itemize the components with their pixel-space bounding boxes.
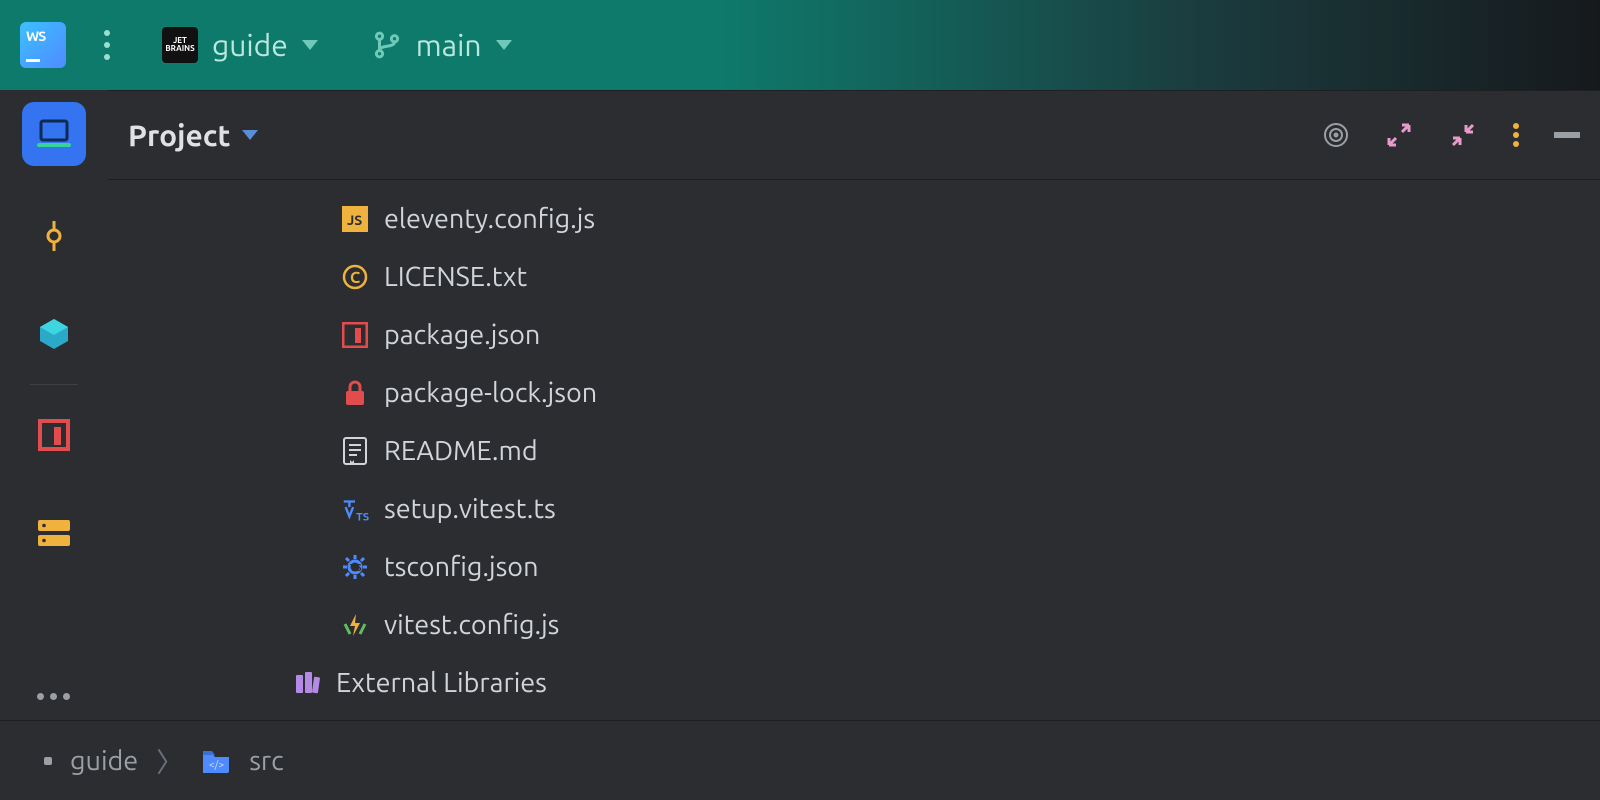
project-selector[interactable]: JETBRAINS guide <box>148 21 332 69</box>
titlebar: WS JETBRAINS guide main <box>0 0 1600 90</box>
breadcrumb-item[interactable]: src <box>249 746 283 776</box>
select-opened-file-button[interactable] <box>1322 121 1350 149</box>
vitest-file-icon <box>340 610 370 640</box>
file-name: tsconfig.json <box>384 552 539 582</box>
folder-src-icon: </> <box>201 749 231 773</box>
panel-title-label: Project <box>128 118 230 152</box>
server-icon <box>36 518 72 548</box>
chevron-down-icon <box>496 40 512 50</box>
panel-options-button[interactable] <box>1512 122 1520 148</box>
more-tools-button[interactable] <box>37 693 70 700</box>
project-view-selector[interactable]: Project <box>128 118 258 152</box>
js-file-icon: JS <box>340 204 370 234</box>
rail-divider <box>30 384 78 385</box>
svg-text:TS: TS <box>350 562 362 573</box>
hide-panel-button[interactable] <box>1554 132 1580 138</box>
cube-icon <box>36 316 72 352</box>
file-name: setup.vitest.ts <box>384 494 556 524</box>
left-tool-rail <box>0 90 108 720</box>
project-name: guide <box>212 28 288 62</box>
chevron-down-icon <box>302 40 318 50</box>
file-name: LICENSE.txt <box>384 262 527 292</box>
file-tree-item[interactable]: README.md <box>108 422 1600 480</box>
file-name: vitest.config.js <box>384 610 559 640</box>
laptop-icon <box>35 118 73 150</box>
file-tree-item[interactable]: TS setup.vitest.ts <box>108 480 1600 538</box>
breadcrumb-item[interactable]: guide <box>70 746 138 776</box>
npm-tool-button[interactable] <box>22 403 86 467</box>
file-tree-item[interactable]: package.json <box>108 306 1600 364</box>
file-tree-item[interactable]: C LICENSE.txt <box>108 248 1600 306</box>
commit-tool-button[interactable] <box>22 204 86 268</box>
svg-text:TS: TS <box>356 511 369 523</box>
minimize-icon <box>1554 132 1580 138</box>
main-menu-button[interactable] <box>104 30 110 60</box>
library-icon <box>292 668 322 698</box>
file-tree-item[interactable]: package-lock.json <box>108 364 1600 422</box>
file-name: README.md <box>384 436 538 466</box>
tsconfig-file-icon: TS <box>340 552 370 582</box>
database-tool-button[interactable] <box>22 501 86 565</box>
vertical-dots-icon <box>1512 122 1520 148</box>
file-tree: JS eleventy.config.js C LICENSE.txt pack… <box>108 180 1600 720</box>
jetbrains-icon: JETBRAINS <box>162 27 198 63</box>
expand-all-button[interactable] <box>1384 120 1414 150</box>
chevron-down-icon <box>242 130 258 140</box>
collapse-icon <box>1448 120 1478 150</box>
svg-text:JS: JS <box>347 212 362 228</box>
commit-icon <box>37 219 71 253</box>
readme-file-icon <box>340 436 370 466</box>
file-tree-item[interactable]: TS tsconfig.json <box>108 538 1600 596</box>
nx-tool-button[interactable] <box>22 302 86 366</box>
license-file-icon: C <box>340 262 370 292</box>
project-panel: Project <box>108 90 1600 720</box>
chevron-right-icon: 〉 <box>156 741 183 780</box>
collapse-all-button[interactable] <box>1448 120 1478 150</box>
expand-icon <box>1384 120 1414 150</box>
git-branch-selector[interactable]: main <box>372 28 512 62</box>
svg-text:</>: </> <box>209 759 224 770</box>
npm-icon <box>38 419 70 451</box>
webstorm-logo-icon[interactable]: WS <box>20 22 66 68</box>
vitest-ts-file-icon: TS <box>340 494 370 524</box>
breadcrumb-root-marker <box>44 757 52 765</box>
file-tree-item[interactable]: JS eleventy.config.js <box>108 190 1600 248</box>
target-icon <box>1322 121 1350 149</box>
file-name: package-lock.json <box>384 378 597 408</box>
file-name: package.json <box>384 320 540 350</box>
git-branch-icon <box>372 30 402 60</box>
branch-name: main <box>416 28 482 62</box>
external-libraries-node[interactable]: External Libraries <box>108 654 1600 712</box>
project-tool-button[interactable] <box>22 102 86 166</box>
breadcrumb-bar: guide 〉 </> src <box>0 720 1600 800</box>
npm-file-icon <box>340 320 370 350</box>
project-panel-header: Project <box>108 90 1600 180</box>
file-name: eleventy.config.js <box>384 204 595 234</box>
lock-file-icon <box>340 378 370 408</box>
external-libraries-label: External Libraries <box>336 668 547 698</box>
svg-text:C: C <box>350 269 360 287</box>
file-tree-item[interactable]: vitest.config.js <box>108 596 1600 654</box>
